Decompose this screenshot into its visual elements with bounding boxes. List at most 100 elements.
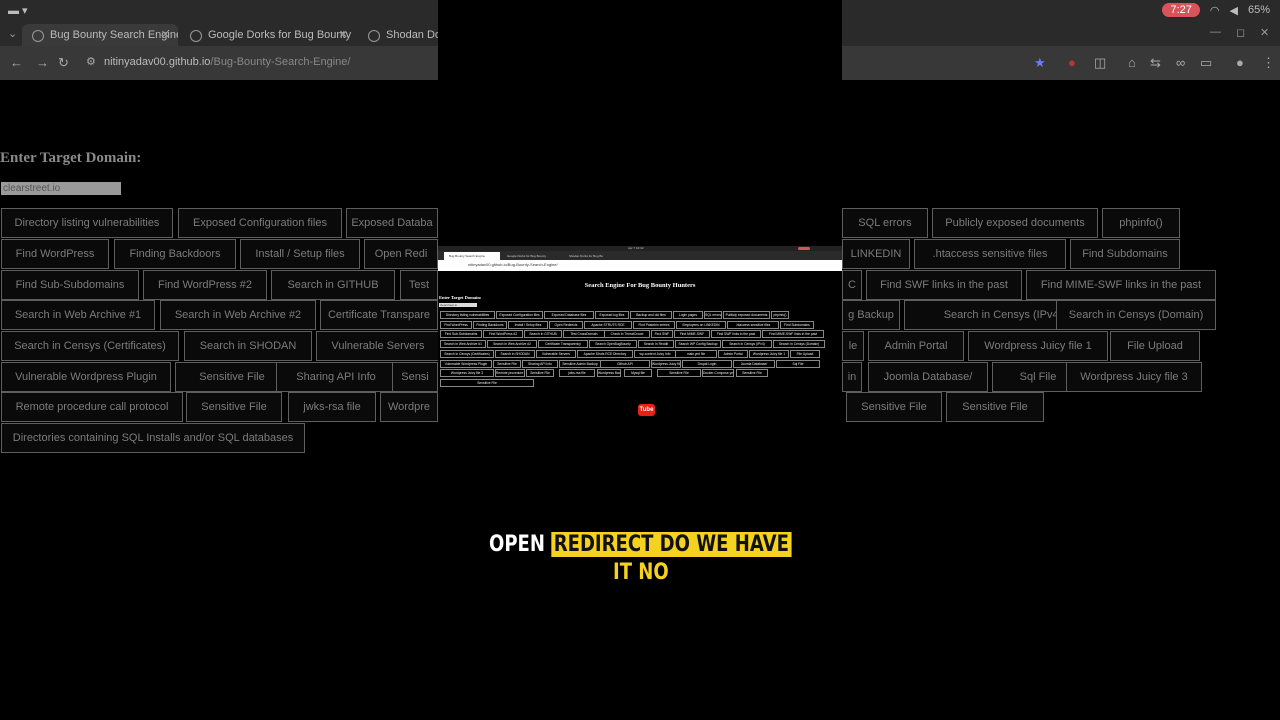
- bg-dork-button[interactable]: Find MIME-SWF links in the past: [1026, 270, 1216, 300]
- dork-button[interactable]: phpinfo(): [771, 311, 789, 319]
- profile-icon[interactable]: ●: [1236, 55, 1244, 70]
- dork-button[interactable]: Exposed Configuration files: [496, 311, 543, 319]
- inner-address-bar[interactable]: nitinyadav00.github.io/Bug-Bounty-Search…: [438, 260, 842, 271]
- bg-dork-button[interactable]: Wordpre: [380, 392, 438, 422]
- inner-tab[interactable]: Google Dorks for Bug Bounty: [502, 252, 562, 260]
- dork-button[interactable]: Search in GITHUB: [524, 330, 562, 339]
- bg-dork-button[interactable]: Search in Web Archive #1: [1, 300, 155, 330]
- bg-dork-button[interactable]: Sharing API Info: [276, 362, 396, 392]
- bg-dork-button[interactable]: g Backup: [842, 300, 900, 330]
- close-icon[interactable]: ✕: [339, 24, 348, 46]
- bg-dork-button[interactable]: File Upload: [1110, 331, 1200, 361]
- dork-button[interactable]: Directory listing vulnerabilities: [440, 311, 495, 319]
- dork-button[interactable]: Open Redirects: [549, 320, 583, 329]
- dork-button[interactable]: Find MIME-SWF: [674, 330, 710, 339]
- dork-button[interactable]: Sensitive File: [526, 369, 554, 378]
- bg-dork-button[interactable]: SQL errors: [842, 208, 928, 238]
- bg-dork-button[interactable]: Open Redi: [364, 239, 438, 269]
- bg-dork-button[interactable]: Sensitive File: [846, 392, 942, 422]
- bg-dork-button[interactable]: Search in Web Archive #2: [160, 300, 316, 330]
- dork-button[interactable]: Find Subdomains: [780, 320, 814, 329]
- bg-dork-button[interactable]: jwks-rsa file: [288, 392, 376, 422]
- dork-button[interactable]: main.yml file: [675, 349, 717, 358]
- tab-shodan[interactable]: Shodan Dorks: [358, 24, 438, 46]
- bg-dork-button[interactable]: Sensitive File: [175, 362, 289, 392]
- bg-dork-button[interactable]: Publicly exposed documents: [932, 208, 1098, 238]
- dork-button[interactable]: Find WordPress #2: [483, 330, 523, 339]
- site-info-icon[interactable]: ⚙: [86, 55, 96, 68]
- dork-button[interactable]: Sensitive File: [657, 369, 701, 378]
- bg-dork-button[interactable]: Wordpress Juicy file 1: [968, 331, 1108, 361]
- menu-icon[interactable]: ⋮: [1262, 55, 1275, 71]
- bg-dork-button[interactable]: Search in Censys (Certificates): [1, 331, 179, 361]
- dork-button[interactable]: Apache STRUTS RCE: [584, 320, 632, 329]
- dork-button[interactable]: Backup and old files: [630, 311, 672, 319]
- link-icon[interactable]: ∞: [1176, 55, 1185, 70]
- dork-button[interactable]: Sensitive File: [440, 378, 534, 387]
- dork-button[interactable]: Finding Backdoors: [473, 320, 507, 329]
- dork-button[interactable]: Search OpenBugBounty: [589, 340, 637, 349]
- forward-icon[interactable]: →: [36, 55, 49, 70]
- bg-dork-button[interactable]: .htaccess sensitive files: [914, 239, 1066, 269]
- bg-dork-button[interactable]: Find Subdomains: [1070, 239, 1180, 269]
- dork-button[interactable]: Employees on LINKEDIN: [676, 320, 726, 329]
- domain-input[interactable]: clearstreet.io: [439, 303, 477, 307]
- bg-dork-button[interactable]: Vulnerable Wordpress Plugin: [1, 362, 171, 392]
- dork-button[interactable]: Search in Censys (Certificates): [440, 349, 494, 358]
- bg-dork-button[interactable]: Exposed Configuration files: [178, 208, 342, 238]
- bg-dork-button[interactable]: Find Sub-Subdomains: [1, 270, 139, 300]
- minimize-icon[interactable]: —: [1210, 26, 1221, 38]
- dork-button[interactable]: Wordpress Juicy file 3: [440, 369, 494, 378]
- dork-button[interactable]: Search in Censys (IPv4): [722, 340, 772, 349]
- bg-dork-button[interactable]: Directories containing SQL Installs and/…: [1, 423, 305, 453]
- bg-dork-button[interactable]: Joomla Database/: [868, 362, 988, 392]
- bg-domain-input[interactable]: clearstreet.io: [1, 182, 121, 195]
- inner-tab[interactable]: Bug Bounty Search Engine: [444, 252, 500, 260]
- bg-dork-button[interactable]: Sensitive File: [186, 392, 282, 422]
- dork-button[interactable]: Search in Censys (Domain): [773, 340, 825, 349]
- bg-dork-button[interactable]: Test: [400, 270, 438, 300]
- dork-button[interactable]: Sensitive File: [493, 359, 521, 368]
- bg-dork-button[interactable]: Find SWF links in the past: [866, 270, 1022, 300]
- bg-dork-button[interactable]: Find WordPress #2: [143, 270, 267, 300]
- bg-dork-button[interactable]: in: [842, 362, 862, 392]
- dork-button[interactable]: Admin Portal: [718, 349, 748, 358]
- bg-dork-button[interactable]: Remote procedure call protocol: [1, 392, 183, 422]
- sidepanel-icon[interactable]: ▭: [1200, 55, 1212, 71]
- dork-button[interactable]: Search in SHODAN: [495, 349, 535, 358]
- bg-dork-button[interactable]: Install / Setup files: [240, 239, 360, 269]
- bg-dork-button[interactable]: Search in GITHUB: [271, 270, 395, 300]
- reload-icon[interactable]: ↻: [58, 55, 69, 71]
- bg-dork-button[interactable]: LINKEDIN: [842, 239, 910, 269]
- dork-button[interactable]: Joomla Database/: [733, 359, 775, 368]
- dork-button[interactable]: wp-content Juicy Info: [634, 349, 676, 358]
- dork-button[interactable]: Drupal Login: [682, 359, 732, 368]
- dork-button[interactable]: Apache Struts RCE Directory: [577, 349, 633, 358]
- dork-button[interactable]: Exposed log files: [595, 311, 629, 319]
- dork-button[interactable]: Search in Reddit: [638, 340, 674, 349]
- bg-dork-button[interactable]: Sensi: [392, 362, 438, 392]
- url-text[interactable]: nitinyadav00.github.io/Bug-Bounty-Search…: [104, 56, 350, 68]
- dork-button[interactable]: SQL errors: [704, 311, 722, 319]
- dork-button[interactable]: Search in Web Archive #1: [440, 340, 486, 349]
- dork-button[interactable]: jwks-rsa file: [559, 369, 595, 378]
- dork-button[interactable]: Find MIME-SWF links in the past: [762, 330, 824, 339]
- dork-button[interactable]: Find Pastebin entries: [633, 320, 675, 329]
- dork-button[interactable]: Find WordPress: [440, 320, 472, 329]
- dork-button[interactable]: Exposed Database files: [544, 311, 594, 319]
- bg-dork-button[interactable]: Find WordPress: [1, 239, 109, 269]
- dork-button[interactable]: Vulnerable Wordpress Plugin: [440, 359, 492, 368]
- dork-button[interactable]: Certificate Transparency: [538, 340, 588, 349]
- dork-button[interactable]: Check in ThreatCrowd: [604, 330, 650, 339]
- dork-button[interactable]: Sensitive File: [736, 369, 768, 378]
- dork-button[interactable]: Search in Web Archive #2: [487, 340, 537, 349]
- extensions-puzzle-icon[interactable]: ◫: [1094, 55, 1106, 71]
- dork-button[interactable]: Vulnerable Servers: [536, 349, 576, 358]
- bg-dork-button[interactable]: C: [842, 270, 862, 300]
- home-icon[interactable]: ⌂: [1128, 55, 1136, 70]
- bookmark-star-icon[interactable]: ★: [1034, 55, 1046, 71]
- inner-tab[interactable]: Shodan Dorks for Bug Bo: [564, 252, 624, 260]
- dork-button[interactable]: Install / Setup files: [508, 320, 548, 329]
- dork-button[interactable]: Remote procedure call protocol: [495, 369, 525, 378]
- dork-button[interactable]: Github API: [600, 359, 650, 368]
